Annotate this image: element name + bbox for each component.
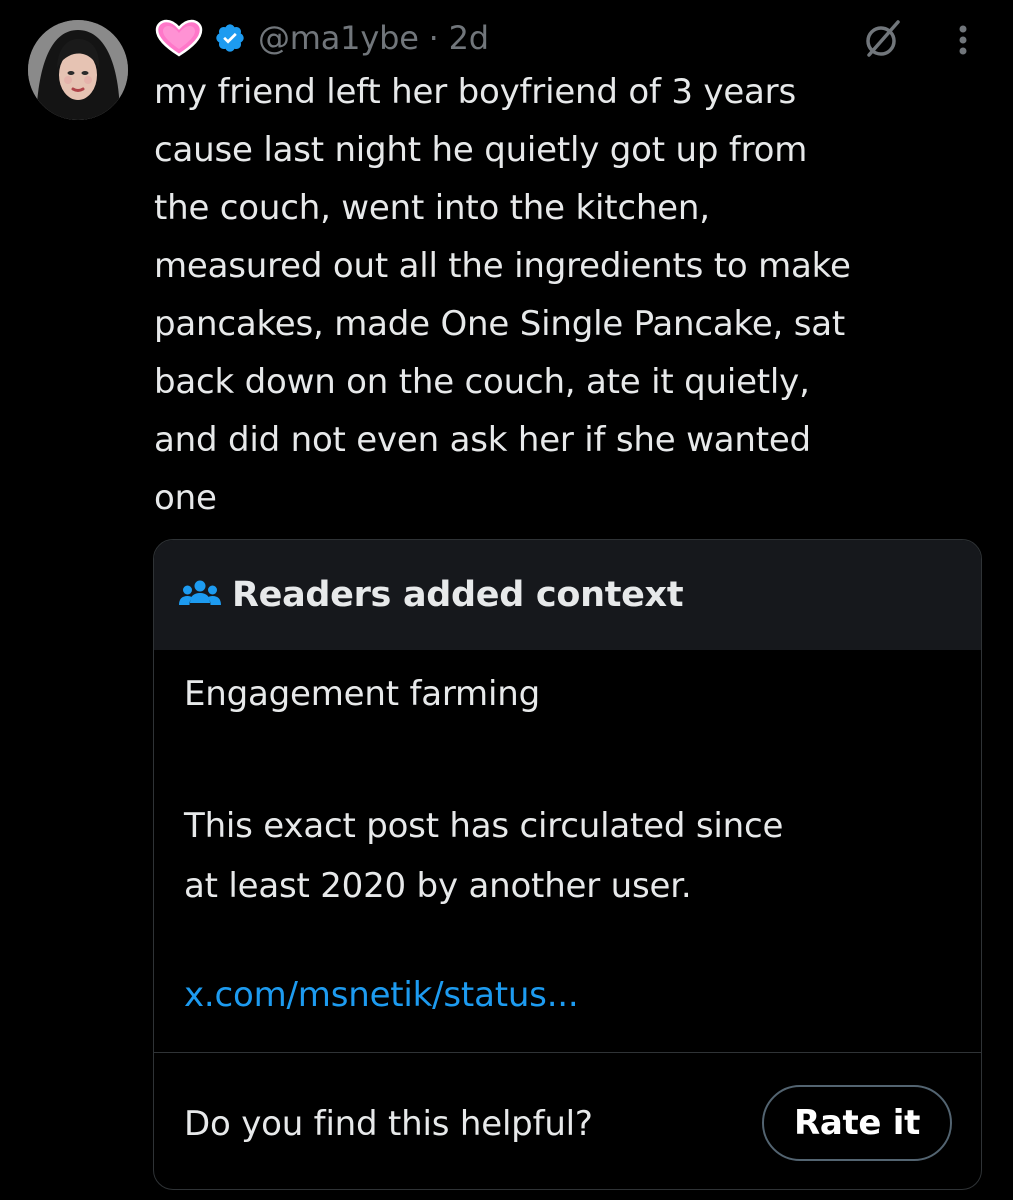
community-note-header[interactable]: Readers added context bbox=[154, 540, 981, 650]
grok-icon[interactable] bbox=[862, 18, 904, 60]
avatar[interactable] bbox=[28, 20, 128, 120]
meta-separator: · bbox=[428, 19, 439, 57]
divider bbox=[154, 1052, 981, 1053]
verified-badge-icon bbox=[216, 24, 244, 52]
avatar-photo bbox=[28, 20, 128, 120]
community-note: Readers added context Engagement farming… bbox=[153, 539, 982, 1190]
note-label: Engagement farming bbox=[184, 674, 540, 714]
more-options-icon[interactable] bbox=[948, 20, 978, 60]
note-title: Readers added context bbox=[232, 575, 684, 615]
post-text: my friend left her boyfriend of 3 years … bbox=[154, 72, 851, 518]
post-age[interactable]: 2d bbox=[449, 19, 489, 57]
readers-icon bbox=[179, 580, 221, 605]
helpful-question: Do you find this helpful? bbox=[184, 1104, 593, 1144]
rate-it-button[interactable]: Rate it bbox=[762, 1085, 952, 1161]
note-source-link[interactable]: x.com/msnetik/status... bbox=[184, 975, 579, 1015]
post-meta: @ma1ybe · 2d bbox=[258, 19, 489, 57]
post-header: @ma1ybe · 2d bbox=[154, 18, 489, 58]
note-description: This exact post has circulated since at … bbox=[184, 806, 784, 906]
pink-heart-icon bbox=[155, 19, 203, 57]
post-handle[interactable]: @ma1ybe bbox=[258, 19, 419, 57]
